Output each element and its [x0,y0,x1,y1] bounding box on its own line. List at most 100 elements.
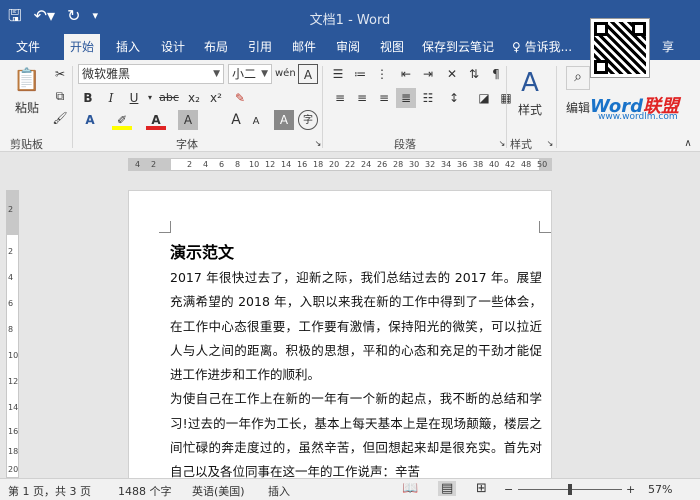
align-center-icon[interactable]: ≡ [352,88,372,108]
ruler-number: 2 [8,247,14,256]
chevron-down-icon: ▼ [261,69,268,79]
share-button[interactable]: 享 [656,34,680,60]
tab-mailings[interactable]: 邮件 [286,34,322,60]
show-marks-icon[interactable]: ¶ [486,64,506,84]
ruler-number: 26 [377,160,388,169]
copy-icon[interactable]: ⧉ [50,86,70,106]
decrease-indent-icon[interactable]: ⇤ [396,64,416,84]
tab-save-cloud[interactable]: 保存到云笔记 [416,34,500,60]
bold-button[interactable]: B [78,88,98,108]
ruler-number: 20 [8,465,19,474]
char-shading-icon[interactable]: A [178,110,198,130]
dialog-launcher-icon[interactable]: ↘ [308,134,328,154]
shrink-font-icon[interactable]: A [246,112,266,132]
margin-mark [539,221,551,233]
subscript-button[interactable]: x₂ [184,88,204,108]
highlight-icon[interactable]: ✐ [112,110,132,130]
ruler-number: 4 [203,160,209,169]
font-color-icon[interactable]: A [146,110,166,130]
qr-eye [594,60,608,74]
grow-font-icon[interactable]: A [226,110,246,130]
document-paragraph: 2017 年很快过去了，迎新之际，我们总结过去的 2017 年。展望充满希望的 … [170,270,542,383]
zoom-slider-handle[interactable] [568,484,572,495]
horizontal-ruler[interactable]: 4 2 2 4 6 8 10 12 14 16 18 20 22 24 26 2… [128,158,552,171]
font-name-combo[interactable]: 微软雅黑 ▼ [78,64,224,84]
font-size-combo[interactable]: 小二 ▼ [228,64,272,84]
dialog-launcher-icon[interactable]: ↘ [540,134,560,154]
ruler-number: 34 [441,160,452,169]
enclose-char-icon[interactable]: 字 [298,110,318,130]
divider [506,66,507,148]
watermark-site: www.wordlm.com [598,112,678,122]
document-paragraph: 为使自己在工作上在新的一年有一个新的起点，我不断的总结和学习!过去的一年作为工长… [170,391,542,480]
lightbulb-icon: ♀ [512,40,525,54]
bullets-icon[interactable]: ☰ [328,64,348,84]
distributed-icon[interactable]: ☷ [418,88,438,108]
divider [72,66,73,148]
multilevel-list-icon[interactable]: ⋮ [372,64,392,84]
phonetic-guide-icon[interactable]: wén [275,64,296,84]
cut-icon[interactable]: ✂ [50,64,70,84]
zoom-in-button[interactable]: + [626,483,635,496]
read-mode-icon[interactable]: 📖 [402,481,418,496]
ruler-number: 48 [521,160,532,169]
web-layout-icon[interactable]: ⊞ [476,481,487,496]
ruler-number: 18 [313,160,324,169]
collapse-ribbon-icon[interactable]: ∧ [678,134,698,154]
tab-layout[interactable]: 布局 [198,34,234,60]
word-count[interactable]: 1488 个字 [118,483,172,499]
document-title: 演示范文 [170,243,235,262]
styles-group-label: 样式 [510,138,532,151]
status-bar: 第 1 页，共 3 页 1488 个字 英语(美国) 插入 📖 ▤ ⊞ − + … [0,478,700,500]
ruler-number: 2 [187,160,193,169]
strikethrough-button[interactable]: abc [156,88,182,108]
tab-tell-me[interactable]: ♀ 告诉我... [506,34,578,60]
line-spacing-icon[interactable]: ↕ [444,88,464,108]
paste-icon[interactable]: 📋 [12,66,42,96]
ruler-number: 14 [8,403,19,412]
tab-design[interactable]: 设计 [155,34,191,60]
styles-icon[interactable]: A [516,68,544,98]
search-icon[interactable]: ⌕ [566,66,590,90]
tab-references[interactable]: 引用 [242,34,278,60]
italic-button[interactable]: I [101,88,121,108]
zoom-out-button[interactable]: − [504,483,513,496]
align-left-icon[interactable]: ≡ [330,88,350,108]
language-indicator[interactable]: 英语(美国) [192,483,245,499]
qr-code [590,18,650,78]
numbering-icon[interactable]: ≔ [350,64,370,84]
page-count[interactable]: 第 1 页，共 3 页 [8,483,91,499]
char-shading-gray-icon[interactable]: A [274,110,294,130]
dialog-launcher-icon[interactable]: ↘ [492,134,512,154]
chinese-layout-icon[interactable]: ✕ [442,64,462,84]
styles-button[interactable]: 样式 [512,100,548,120]
ruler-number: 14 [281,160,292,169]
ruler-number: 20 [329,160,340,169]
tab-home[interactable]: 开始 [64,34,101,60]
superscript-button[interactable]: x² [206,88,226,108]
clear-formatting-icon[interactable]: ✎ [230,88,250,108]
insert-mode[interactable]: 插入 [268,483,290,499]
margin-mark [159,221,171,233]
tab-file[interactable]: 文件 [10,34,46,60]
ruler-number: 30 [409,160,420,169]
tab-insert[interactable]: 插入 [110,34,146,60]
paste-button[interactable]: 粘贴 [10,98,44,118]
increase-indent-icon[interactable]: ⇥ [418,64,438,84]
ruler-number: 4 [135,160,141,169]
vertical-ruler[interactable]: 2 2 4 6 8 10 12 14 16 18 20 [6,190,19,478]
ruler-number: 6 [8,299,14,308]
divider [322,66,323,148]
tab-review[interactable]: 审阅 [330,34,366,60]
format-painter-icon[interactable]: 🖌 [50,108,70,128]
tab-view[interactable]: 视图 [374,34,410,60]
shading-icon[interactable]: ◪ [474,88,494,108]
zoom-level[interactable]: 57% [648,483,672,496]
document-body[interactable]: 演示范文 2017 年很快过去了，迎新之际，我们总结过去的 2017 年。展望充… [170,240,542,485]
align-right-icon[interactable]: ≡ [374,88,394,108]
char-border-icon[interactable]: A [298,64,318,84]
text-effects-icon[interactable]: A [80,110,100,130]
print-layout-icon[interactable]: ▤ [438,481,457,496]
justify-icon[interactable]: ≣ [396,88,416,108]
sort-icon[interactable]: ⇅ [464,64,484,84]
